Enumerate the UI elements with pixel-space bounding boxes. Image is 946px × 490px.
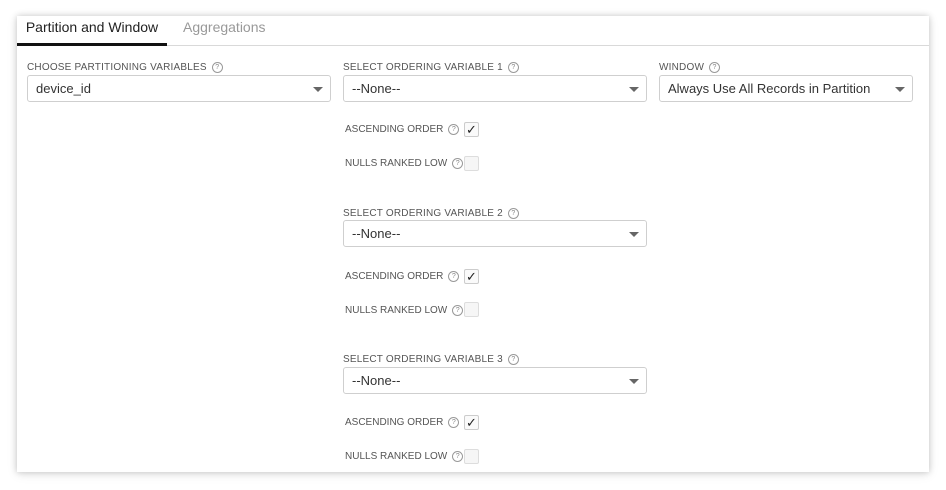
ordering-3-select-value: --None-- [352, 373, 401, 388]
ordering-2-select[interactable]: --None-- [343, 220, 647, 247]
chevron-down-icon [895, 87, 905, 92]
partition-select-value: device_id [36, 81, 91, 96]
tab-aggregations[interactable]: Aggregations [183, 16, 266, 43]
help-icon[interactable]: ? [448, 417, 460, 428]
nulls-ranked-low-label: NULLS RANKED LOW [345, 158, 448, 169]
help-icon[interactable]: ? [452, 451, 464, 462]
partition-label-row: CHOOSE PARTITIONING VARIABLES? [27, 62, 223, 73]
ordering-1-ascending-label-row: ASCENDING ORDER? [345, 124, 460, 135]
tab-partition-and-window[interactable]: Partition and Window [17, 16, 167, 46]
chevron-down-icon [629, 379, 639, 384]
ordering-3-label-row: SELECT ORDERING VARIABLE 3? [343, 354, 519, 365]
checkmark-icon: ✓ [466, 415, 477, 430]
ordering-2-label: SELECT ORDERING VARIABLE 2 [343, 208, 503, 219]
window-label-row: WINDOW? [659, 62, 721, 73]
checkmark-icon: ✓ [466, 122, 477, 137]
help-icon[interactable]: ? [452, 158, 464, 169]
ordering-1-select[interactable]: --None-- [343, 75, 647, 102]
help-icon[interactable]: ? [507, 208, 519, 219]
ordering-3-ascending-checkbox[interactable]: ✓ [464, 415, 479, 430]
ordering-1-label-row: SELECT ORDERING VARIABLE 1? [343, 62, 519, 73]
ascending-order-label: ASCENDING ORDER [345, 417, 444, 428]
window-select-value: Always Use All Records in Partition [668, 81, 871, 96]
partition-label: CHOOSE PARTITIONING VARIABLES [27, 62, 207, 73]
checkmark-icon: ✓ [466, 269, 477, 284]
ordering-2-ascending-checkbox[interactable]: ✓ [464, 269, 479, 284]
ordering-3-ascending-label-row: ASCENDING ORDER? [345, 417, 460, 428]
help-icon[interactable]: ? [709, 62, 721, 73]
chevron-down-icon [313, 87, 323, 92]
ordering-1-nulls-checkbox[interactable] [464, 156, 479, 171]
chevron-down-icon [629, 232, 639, 237]
tab-bar: Partition and Window Aggregations [17, 16, 929, 46]
help-icon[interactable]: ? [507, 354, 519, 365]
ordering-3-label: SELECT ORDERING VARIABLE 3 [343, 354, 503, 365]
ordering-1-nulls-label-row: NULLS RANKED LOW? [345, 158, 464, 169]
window-label: WINDOW [659, 62, 705, 73]
ordering-2-nulls-label-row: NULLS RANKED LOW? [345, 305, 464, 316]
ascending-order-label: ASCENDING ORDER [345, 124, 444, 135]
ordering-1-label: SELECT ORDERING VARIABLE 1 [343, 62, 503, 73]
partition-select[interactable]: device_id [27, 75, 331, 102]
chevron-down-icon [629, 87, 639, 92]
partition-window-panel: Partition and Window Aggregations CHOOSE… [17, 16, 929, 472]
help-icon[interactable]: ? [211, 62, 223, 73]
help-icon[interactable]: ? [452, 305, 464, 316]
ordering-3-nulls-label-row: NULLS RANKED LOW? [345, 451, 464, 462]
help-icon[interactable]: ? [448, 271, 460, 282]
nulls-ranked-low-label: NULLS RANKED LOW [345, 305, 448, 316]
ordering-2-label-row: SELECT ORDERING VARIABLE 2? [343, 208, 519, 219]
ascending-order-label: ASCENDING ORDER [345, 271, 444, 282]
ordering-2-select-value: --None-- [352, 226, 401, 241]
window-select[interactable]: Always Use All Records in Partition [659, 75, 913, 102]
ordering-2-ascending-label-row: ASCENDING ORDER? [345, 271, 460, 282]
help-icon[interactable]: ? [448, 124, 460, 135]
ordering-1-select-value: --None-- [352, 81, 401, 96]
ordering-2-nulls-checkbox[interactable] [464, 302, 479, 317]
nulls-ranked-low-label: NULLS RANKED LOW [345, 451, 448, 462]
help-icon[interactable]: ? [507, 62, 519, 73]
ordering-1-ascending-checkbox[interactable]: ✓ [464, 122, 479, 137]
ordering-3-select[interactable]: --None-- [343, 367, 647, 394]
ordering-3-nulls-checkbox[interactable] [464, 449, 479, 464]
